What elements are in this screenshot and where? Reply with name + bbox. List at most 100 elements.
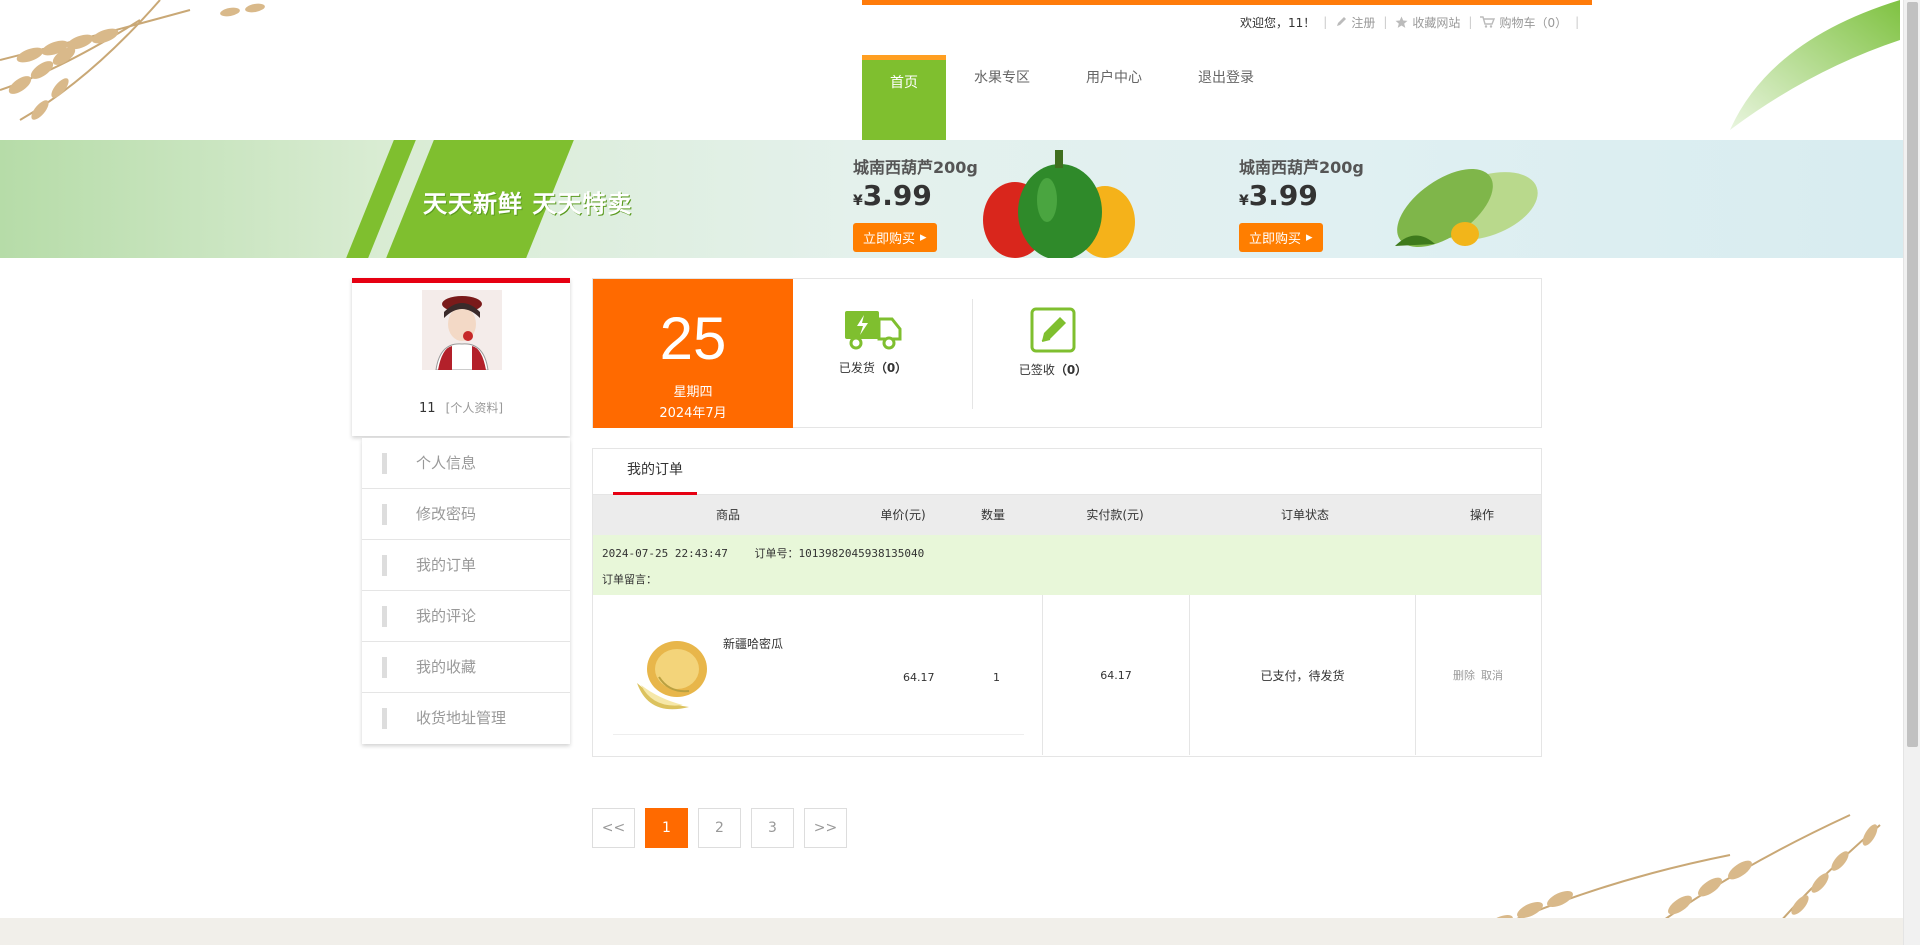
caret-right-icon: ▸ [1306, 230, 1313, 245]
nav-item-logout[interactable]: 退出登录 [1170, 55, 1282, 140]
menu-item-label: 我的评论 [416, 607, 477, 625]
page-button-2[interactable]: 2 [698, 808, 741, 848]
user-avatar-icon [422, 290, 502, 370]
buy-now-button[interactable]: 立即购买 ▸ [853, 223, 937, 252]
unit-price: 64.17 [903, 671, 935, 684]
pepper-image [983, 150, 1135, 258]
menu-bar [382, 453, 387, 474]
column-header-paid: 实付款(元) [1086, 508, 1144, 522]
menu-item-label: 我的收藏 [416, 658, 477, 676]
promo-card: 城南西葫芦200g ¥3.99 立即购买 ▸ [1239, 154, 1364, 252]
cart-label: 购物车（0） [1499, 15, 1568, 30]
caret-right-icon: ▸ [920, 230, 927, 245]
buy-now-label: 立即购买 [863, 232, 916, 247]
menu-bar [382, 504, 387, 525]
separator: | [1383, 15, 1388, 29]
menu-bar [382, 606, 387, 627]
menu-bar [382, 708, 387, 729]
date-weekday: 星期四 [673, 385, 713, 400]
orders-tab-row: 我的订单 [593, 449, 1541, 495]
menu-item-label: 个人信息 [416, 454, 477, 472]
date-year-month: 2024年7月 [659, 406, 727, 421]
banner-slogan: 天天新鲜 天天特卖 [423, 190, 633, 218]
cancel-order-link[interactable]: 取消 [1481, 667, 1503, 683]
order-stats-panel: 25 星期四 2024年7月 已发货（0） 已签收（0） [592, 278, 1542, 428]
page: 欢迎您，11！ | 注册 | 收藏网站 | 购物车（0） | 首页 水果专区 用… [0, 0, 1920, 945]
date-box: 25 星期四 2024年7月 [593, 279, 793, 428]
page-button-3[interactable]: 3 [751, 808, 794, 848]
favorite-site-link[interactable]: 收藏网站 [1395, 14, 1460, 31]
product-image[interactable] [629, 633, 713, 717]
promo-banner: 天天新鲜 天天特卖 城南西葫芦200g ¥3.99 立即购买 ▸ 城南西葫芦200… [0, 140, 1903, 258]
zucchini-image [1395, 168, 1538, 248]
menu-item-address[interactable]: 收货地址管理 [362, 693, 570, 744]
register-link[interactable]: 注册 [1335, 14, 1375, 31]
shipped-count: （0） [874, 361, 908, 375]
buy-now-button[interactable]: 立即购买 ▸ [1239, 223, 1323, 252]
date-day: 25 [659, 305, 727, 372]
avatar[interactable] [422, 290, 502, 370]
next-page-button[interactable]: >> [804, 808, 847, 848]
order-number-label: 订单号： [754, 547, 799, 560]
menu-item-personal-info[interactable]: 个人信息 [362, 438, 570, 489]
promo-price: ¥3.99 [1239, 180, 1364, 217]
profile-username-row: 11 [个人资料] [352, 399, 570, 416]
menu-item-change-password[interactable]: 修改密码 [362, 489, 570, 540]
received-count: （0） [1054, 363, 1088, 377]
username: 11 [418, 401, 436, 416]
shipped-stat[interactable]: 已发货（0） [813, 307, 933, 376]
received-stat[interactable]: 已签收（0） [993, 307, 1113, 378]
cart-icon [1480, 16, 1496, 28]
leaf-decoration-icon [1730, 0, 1900, 130]
tab-my-orders[interactable]: 我的订单 [613, 449, 697, 495]
separator: | [1468, 15, 1473, 29]
page-button-1[interactable]: 1 [645, 808, 688, 848]
currency-symbol: ¥ [853, 193, 863, 209]
top-utility-bar: 欢迎您，11！ | 注册 | 收藏网站 | 购物车（0） | [1240, 14, 1587, 30]
welcome-text: 欢迎您，11！ [1240, 15, 1316, 30]
actions-cell: 删除 取消 [1416, 595, 1540, 755]
menu-bar [382, 555, 387, 576]
footer [0, 918, 1903, 945]
table-row: 新疆哈密瓜 64.17 1 64.17 已支付，待发货 删除 取消 [593, 595, 1541, 755]
prev-page-button[interactable]: << [592, 808, 635, 848]
separator: | [1575, 15, 1580, 29]
delete-order-link[interactable]: 删除 [1453, 667, 1475, 683]
menu-item-my-orders[interactable]: 我的订单 [362, 540, 570, 591]
column-header-status: 订单状态 [1280, 508, 1329, 522]
wheat-decoration-icon [0, 0, 265, 121]
top-accent-bar [862, 0, 1592, 5]
menu-item-my-comments[interactable]: 我的评论 [362, 591, 570, 642]
star-icon [1395, 16, 1408, 28]
nav-item-home[interactable]: 首页 [862, 55, 946, 140]
column-header-quantity: 数量 [980, 508, 1005, 522]
product-cell: 新疆哈密瓜 64.17 1 [593, 595, 1043, 755]
promo-price-value: 3.99 [862, 179, 932, 212]
profile-link[interactable]: [个人资料] [446, 401, 503, 415]
profile-card: 11 [个人资料] [352, 278, 570, 436]
cart-link[interactable]: 购物车（0） [1480, 14, 1567, 31]
nav-item-fruit[interactable]: 水果专区 [946, 55, 1058, 140]
vertical-scrollbar[interactable] [1903, 0, 1920, 945]
column-header-unit-price: 单价(元) [880, 508, 926, 522]
shipped-label: 已发货 [838, 361, 875, 375]
menu-item-label: 收货地址管理 [416, 709, 507, 727]
edit-icon [1030, 307, 1076, 353]
order-meta-line: 2024-07-25 22:43:47 订单号：1013982045938135… [602, 545, 1532, 561]
promo-product-name: 城南西葫芦200g [1239, 158, 1364, 177]
scrollbar-thumb[interactable] [1907, 2, 1918, 747]
divider [613, 734, 1024, 735]
promo-product-name: 城南西葫芦200g [853, 158, 978, 177]
order-info-row: 2024-07-25 22:43:47 订单号：1013982045938135… [593, 535, 1541, 595]
column-header-actions: 操作 [1469, 508, 1494, 522]
register-icon [1337, 17, 1347, 26]
buy-now-label: 立即购买 [1249, 232, 1302, 247]
promo-card: 城南西葫芦200g ¥3.99 立即购买 ▸ [853, 154, 978, 252]
favorite-site-label: 收藏网站 [1412, 15, 1461, 30]
menu-item-my-favorites[interactable]: 我的收藏 [362, 642, 570, 693]
order-status: 已支付，待发货 [1190, 595, 1416, 755]
nav-item-user-center[interactable]: 用户中心 [1058, 55, 1170, 140]
product-name[interactable]: 新疆哈密瓜 [723, 635, 783, 652]
divider [972, 299, 973, 409]
separator: | [1323, 15, 1328, 29]
